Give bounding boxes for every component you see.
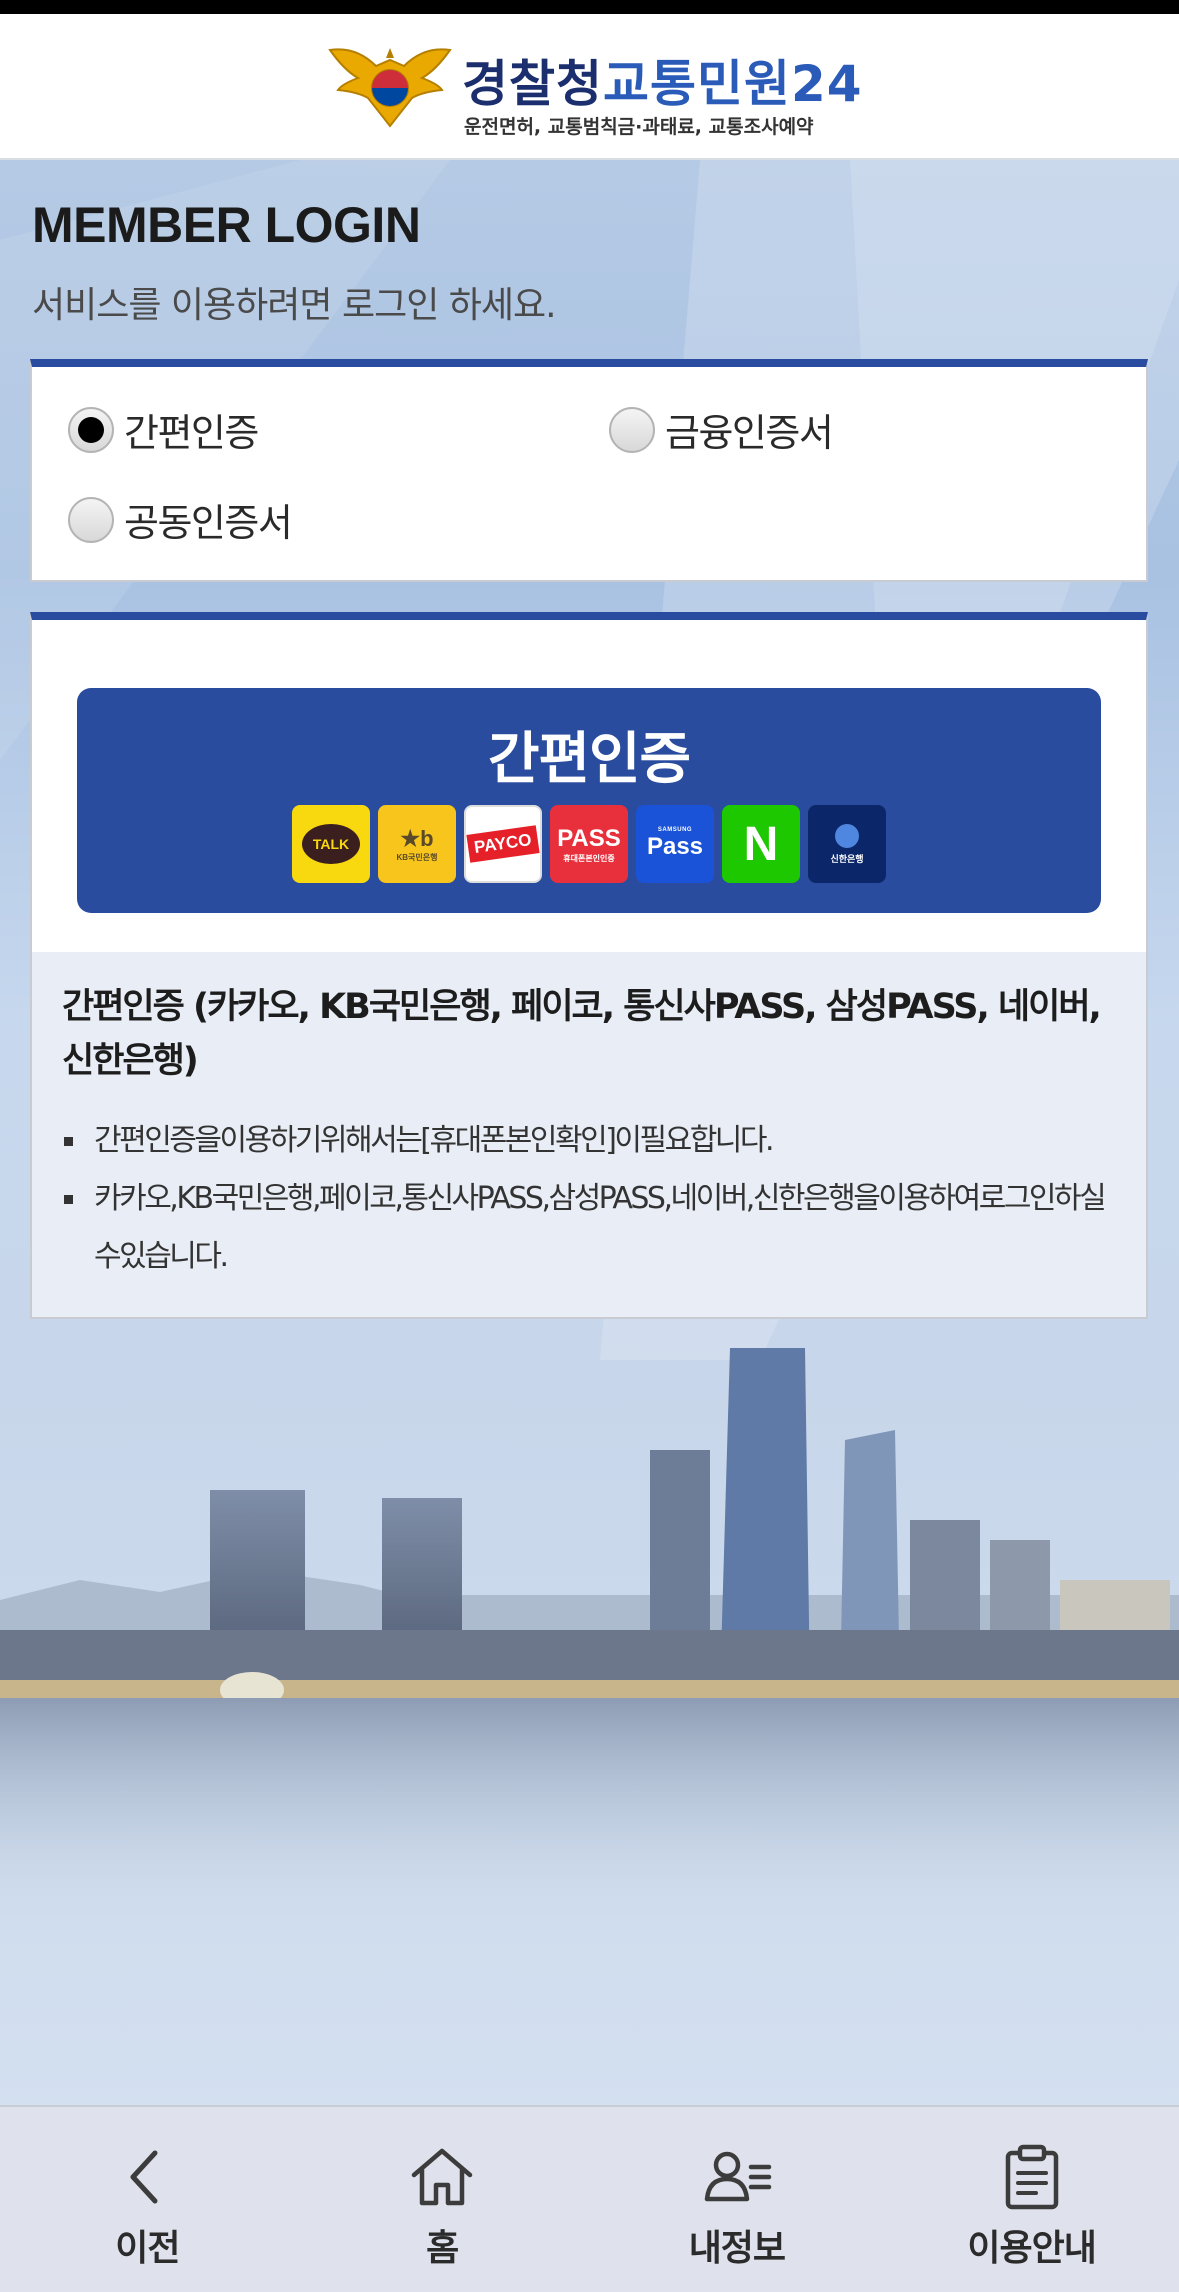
nav-guide-label: 이용안내	[967, 2228, 1096, 2269]
status-bar	[0, 0, 1179, 14]
easy-auth-info-title: 간편인증 (카카오, KB국민은행, 페이코, 통신사PASS, 삼성PASS,…	[62, 987, 1102, 1081]
nav-back[interactable]: 이전	[0, 2107, 295, 2292]
shinhan-mark	[835, 823, 859, 848]
my-info-icon	[704, 2151, 772, 2202]
list-item: 카카오,KB국민은행,페이코,통신사PASS,삼성PASS,네이버,신한은행을이…	[62, 1170, 1122, 1286]
home-icon	[411, 2148, 473, 2206]
shinhan-icon-text: 신한은행	[830, 853, 864, 864]
login-method-selector: 간편인증 금융인증서 공동인증서	[30, 359, 1148, 582]
samsung-pass-icon-text: Pass	[646, 833, 704, 860]
auth-provider-icons: TALK ★b KB국민은행 PAYCO PASS 휴대폰본인인증 SAMSUNG P…	[292, 805, 886, 883]
radio-financial-cert[interactable]: 금융인증서	[609, 402, 834, 457]
kb-icon-text: ★b	[400, 825, 434, 851]
naver-icon: N	[722, 805, 800, 883]
radio-dot	[78, 416, 104, 443]
seoul-skyline-image	[0, 1348, 1179, 1930]
easy-auth-button-label: 간편인증	[487, 727, 691, 792]
radio-button[interactable]	[68, 496, 114, 543]
radio-button[interactable]	[609, 406, 655, 453]
radio-label-financial-cert: 금융인증서	[665, 411, 834, 455]
nav-home[interactable]: 홈	[295, 2107, 590, 2292]
logo-subtitle: 운전면허, 교통범칙금·과태료, 교통조사예약	[464, 116, 814, 138]
nav-guide[interactable]: 이용안내	[884, 2107, 1179, 2292]
samsung-pass-icon: SAMSUNG Pass	[636, 805, 714, 883]
kakao-icon: TALK	[292, 805, 370, 883]
kb-icon: ★b KB국민은행	[378, 805, 456, 883]
logo-title-police: 경찰청	[462, 55, 603, 113]
easy-auth-info-list: 간편인증을이용하기위해서는[휴대폰본인확인]이필요합니다. 카카오,KB국민은행…	[62, 1112, 1122, 1286]
bottom-navigation: 이전 홈 내정보 이용안내	[0, 2105, 1179, 2292]
list-item: 간편인증을이용하기위해서는[휴대폰본인확인]이필요합니다.	[62, 1112, 1122, 1170]
page-subtitle: 서비스를 이용하려면 로그인 하세요.	[32, 285, 557, 326]
kb-icon-sub: KB국민은행	[396, 852, 438, 862]
police-logo[interactable]: 경찰청교통민원24 운전면허, 교통범칙금·과태료, 교통조사예약	[326, 40, 866, 150]
nav-back-label: 이전	[115, 2228, 180, 2269]
easy-auth-button[interactable]: 간편인증 TALK ★b KB국민은행 PAYCO PASS 휴대폰본인인증 SAM…	[77, 688, 1101, 913]
radio-joint-cert[interactable]: 공동인증서	[68, 492, 293, 547]
radio-button-selected[interactable]	[68, 406, 114, 453]
radio-easy-auth[interactable]: 간편인증	[68, 402, 259, 457]
logo-title-service: 교통민원24	[603, 55, 863, 113]
logo-title: 경찰청교통민원24	[462, 44, 863, 116]
shinhan-icon: 신한은행	[808, 805, 886, 883]
page-title: MEMBER LOGIN	[32, 197, 421, 253]
payco-icon: PAYCO	[464, 805, 542, 883]
radio-label-joint-cert: 공동인증서	[124, 501, 293, 545]
nav-my-info[interactable]: 내정보	[590, 2107, 885, 2292]
guide-icon	[1005, 2144, 1058, 2210]
app-header: 경찰청교통민원24 운전면허, 교통범칙금·과태료, 교통조사예약	[0, 14, 1179, 160]
pass-icon-sub: 휴대폰본인인증	[563, 853, 615, 863]
police-emblem-icon	[328, 48, 452, 128]
naver-icon-text: N	[743, 817, 779, 871]
nav-home-label: 홈	[426, 2228, 459, 2269]
radio-label-easy-auth: 간편인증	[124, 411, 259, 455]
nav-my-info-label: 내정보	[688, 2228, 786, 2269]
easy-auth-panel: 간편인증 TALK ★b KB국민은행 PAYCO PASS 휴대폰본인인증 SAM…	[30, 612, 1148, 1319]
pass-icon: PASS 휴대폰본인인증	[550, 805, 628, 883]
kakao-icon-text: TALK	[302, 824, 360, 864]
back-icon	[130, 2150, 158, 2204]
payco-icon-text: PAYCO	[466, 825, 540, 863]
easy-auth-info: 간편인증 (카카오, KB국민은행, 페이코, 통신사PASS, 삼성PASS,…	[32, 952, 1146, 1317]
pass-icon-text: PASS	[557, 824, 621, 852]
